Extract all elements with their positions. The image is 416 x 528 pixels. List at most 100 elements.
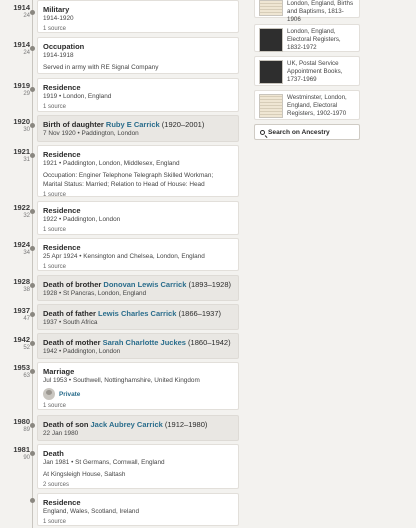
- event-age: 63: [23, 373, 30, 379]
- timeline-dot: [30, 283, 35, 288]
- event-card-birth-of-daughter[interactable]: Birth of daughter Ruby E Carrick (1920–2…: [37, 115, 239, 142]
- timeline-dot: [30, 312, 35, 317]
- record-card[interactable]: London, England, Births and Baptisms, 18…: [254, 0, 360, 23]
- search-on-ancestry-button[interactable]: Search on Ancestry: [254, 124, 360, 140]
- event-title: Military: [43, 5, 70, 14]
- event-date: 25 Apr 1924 • Kensington and Chelsea, Lo…: [43, 253, 205, 260]
- event-date: Jan 1981 • St Germans, Cornwall, England: [43, 459, 165, 466]
- timeline-dot: [30, 369, 35, 374]
- event-card-military[interactable]: Military 1914-1920 1 source: [37, 0, 239, 33]
- timeline-dot: [30, 209, 35, 214]
- event-sources[interactable]: 1 source: [43, 191, 233, 199]
- event-title-prefix: Death of brother: [43, 280, 104, 289]
- relative-link[interactable]: Sarah Charlotte Juckes: [103, 338, 186, 347]
- event-date: 7 Nov 1920 • Paddington, London: [43, 130, 139, 137]
- event-title-prefix: Death of mother: [43, 338, 103, 347]
- event-year: 1914: [13, 40, 30, 49]
- record-title[interactable]: Westminster, London, England, Electoral …: [287, 94, 355, 117]
- event-date: 1922 • Paddington, London: [43, 216, 121, 223]
- year-label: 1924 34: [0, 241, 30, 257]
- year-label: 1914 24: [0, 41, 30, 57]
- event-date: 22 Jan 1980: [43, 430, 79, 437]
- event-title-prefix: Death of son: [43, 420, 91, 429]
- record-card[interactable]: London, England, Electoral Registers, 18…: [254, 24, 360, 52]
- event-title-prefix: Birth of daughter: [43, 120, 106, 129]
- timeline-dot: [30, 123, 35, 128]
- year-label: 1922 32: [0, 204, 30, 220]
- timeline-dot: [30, 46, 35, 51]
- event-description: At Kingsleigh House, Saltash: [43, 471, 126, 478]
- event-card-death-of-brother[interactable]: Death of brother Donovan Lewis Carrick (…: [37, 275, 239, 301]
- event-card-residence[interactable]: Residence England, Wales, Scotland, Irel…: [37, 493, 239, 526]
- event-year: 1937: [13, 306, 30, 315]
- relative-link[interactable]: Ruby E Carrick: [106, 120, 160, 129]
- event-year: 1942: [13, 335, 30, 344]
- event-card-residence[interactable]: Residence 1919 • London, England 1 sourc…: [37, 78, 239, 112]
- search-icon: [260, 129, 265, 135]
- event-card-occupation[interactable]: Occupation 1914-1918 Served in army with…: [37, 37, 239, 74]
- event-card-death-of-father[interactable]: Death of father Lewis Charles Carrick (1…: [37, 304, 239, 330]
- timeline-line: [32, 0, 33, 528]
- event-card-death-of-mother[interactable]: Death of mother Sarah Charlotte Juckes (…: [37, 333, 239, 359]
- event-description: Served in army with RE Signal Company: [43, 64, 159, 71]
- event-year: 1980: [13, 417, 30, 426]
- event-date: 1942 • Paddington, London: [43, 348, 121, 355]
- record-title[interactable]: London, England, Births and Baptisms, 18…: [287, 0, 355, 23]
- event-date: 1914-1918: [43, 52, 74, 59]
- year-label: 1920 30: [0, 118, 30, 134]
- avatar: [43, 388, 55, 400]
- timeline-dot: [30, 10, 35, 15]
- record-title[interactable]: London, England, Electoral Registers, 18…: [287, 28, 355, 51]
- event-year: 1921: [13, 147, 30, 156]
- year-label: 1937 47: [0, 307, 30, 323]
- year-label: 1980 89: [0, 418, 30, 434]
- record-thumbnail: [259, 28, 283, 52]
- event-card-residence[interactable]: Residence 1921 • Paddington, London, Mid…: [37, 145, 239, 199]
- event-title: Death of mother Sarah Charlotte Juckes (…: [43, 338, 233, 347]
- event-date: 1919 • London, England: [43, 93, 112, 100]
- event-card-residence[interactable]: Residence 1922 • Paddington, London 1 so…: [37, 201, 239, 235]
- record-thumbnail: [259, 60, 283, 84]
- record-card[interactable]: Westminster, London, England, Electoral …: [254, 90, 360, 120]
- event-title: Birth of daughter Ruby E Carrick (1920–2…: [43, 120, 233, 129]
- relative-link[interactable]: Donovan Lewis Carrick: [103, 280, 186, 289]
- event-title: Residence: [43, 83, 81, 92]
- relative-lifespan: (1920–2001): [159, 120, 205, 129]
- year-label: 1942 52: [0, 336, 30, 352]
- event-age: 34: [23, 250, 30, 256]
- event-sources[interactable]: 2 sources: [43, 481, 233, 489]
- event-place: England, Wales, Scotland, Ireland: [43, 508, 140, 515]
- event-sources[interactable]: 1 source: [43, 402, 233, 410]
- record-thumbnail: [259, 94, 283, 118]
- event-age: 29: [23, 91, 30, 97]
- event-sources[interactable]: 1 source: [43, 518, 233, 526]
- relative-link[interactable]: Lewis Charles Carrick: [98, 309, 176, 318]
- relative-lifespan: (1912–1980): [162, 420, 208, 429]
- relative-lifespan: (1866–1937): [176, 309, 222, 318]
- event-sources[interactable]: 1 source: [43, 103, 233, 111]
- record-card[interactable]: UK, Postal Service Appointment Books, 17…: [254, 56, 360, 86]
- event-card-residence[interactable]: Residence 25 Apr 1924 • Kensington and C…: [37, 238, 239, 271]
- event-title: Occupation: [43, 42, 85, 51]
- event-age: 47: [23, 316, 30, 322]
- event-title: Residence: [43, 206, 81, 215]
- timeline-dot: [30, 87, 35, 92]
- event-year: 1928: [13, 277, 30, 286]
- event-title: Residence: [43, 150, 81, 159]
- relative-link[interactable]: Jack Aubrey Carrick: [91, 420, 163, 429]
- spouse-name[interactable]: Private: [59, 391, 80, 398]
- event-card-death[interactable]: Death Jan 1981 • St Germans, Cornwall, E…: [37, 444, 239, 489]
- event-sources[interactable]: 1 source: [43, 263, 233, 271]
- event-sources[interactable]: 1 source: [43, 226, 233, 234]
- event-title: Death: [43, 449, 64, 458]
- record-title[interactable]: UK, Postal Service Appointment Books, 17…: [287, 60, 355, 83]
- event-year: 1953: [13, 363, 30, 372]
- event-date: 1914-1920: [43, 15, 74, 22]
- year-label: 1921 31: [0, 148, 30, 164]
- event-sources[interactable]: 1 source: [43, 25, 233, 33]
- timeline-dot: [30, 246, 35, 251]
- event-card-death-of-son[interactable]: Death of son Jack Aubrey Carrick (1912–1…: [37, 415, 239, 441]
- spouse-entry[interactable]: Private: [43, 388, 233, 400]
- event-card-marriage[interactable]: Marriage Jul 1953 • Southwell, Nottingha…: [37, 362, 239, 410]
- timeline-dot: [30, 451, 35, 456]
